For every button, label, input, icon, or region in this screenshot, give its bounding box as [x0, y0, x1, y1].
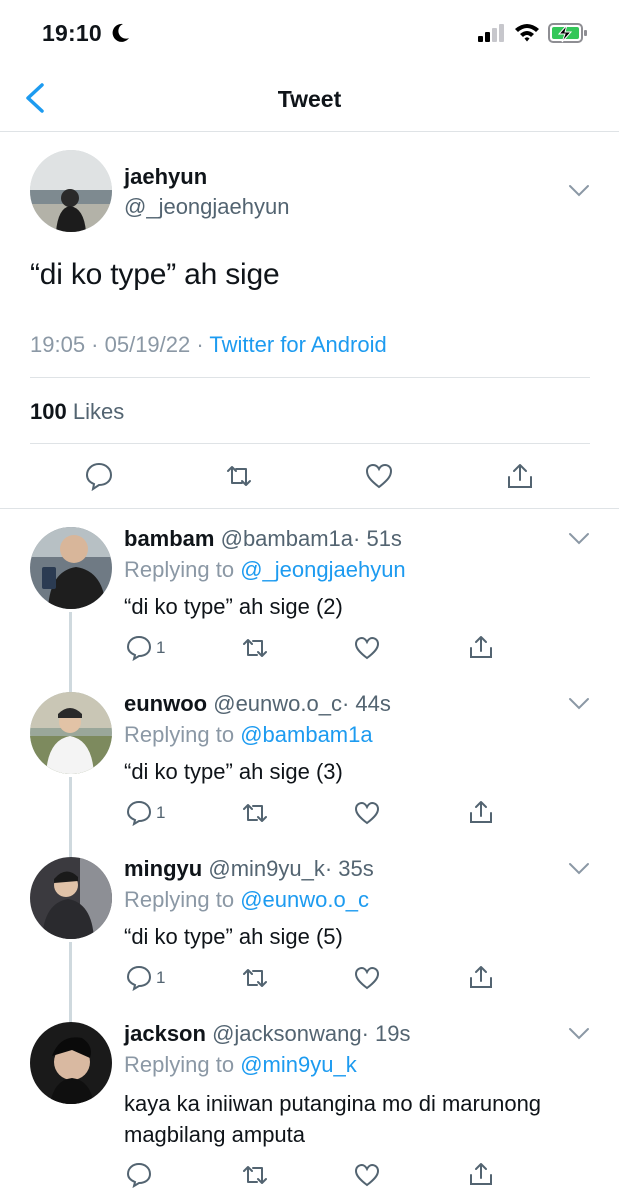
tweet-menu-chevron-icon[interactable] [568, 532, 590, 546]
reply-author-handle[interactable]: @jacksonwang [212, 1021, 362, 1046]
reply-count: 1 [156, 803, 166, 822]
reply-header: eunwoo @eunwo.o_c· 44s [124, 691, 391, 717]
reply-icon[interactable] [126, 800, 152, 826]
retweet-icon[interactable] [241, 1162, 269, 1188]
share-icon[interactable] [468, 1161, 494, 1187]
like-heart-icon[interactable] [354, 965, 380, 991]
retweet-icon[interactable] [241, 635, 269, 661]
replying-to: Replying to @_jeongjaehyun [124, 557, 406, 583]
thread-line [69, 942, 72, 1022]
reply-header: bambam @bambam1a· 51s [124, 526, 402, 552]
status-bar: 19:10 [0, 0, 619, 64]
reply-count: 1 [156, 638, 166, 657]
likes-label: Likes [72, 399, 125, 424]
reply-avatar[interactable] [30, 1022, 112, 1104]
nav-header: Tweet [0, 64, 619, 132]
reply-author-name[interactable]: jackson [124, 1021, 206, 1046]
reply-avatar[interactable] [30, 692, 112, 774]
divider [30, 443, 590, 444]
tweet-source-link[interactable]: Twitter for Android [209, 332, 386, 357]
tweet-meta: 19:05 · 05/19/22 · Twitter for Android [30, 332, 387, 358]
reply-avatar[interactable] [30, 527, 112, 609]
battery-charging-icon [548, 23, 587, 43]
page-title: Tweet [277, 86, 342, 112]
reply-header: mingyu @min9yu_k· 35s [124, 856, 374, 882]
reply-age: · 51s [353, 526, 402, 551]
replying-to-handle[interactable]: @_jeongjaehyun [240, 557, 405, 582]
reply-icon[interactable] [126, 635, 152, 661]
share-icon[interactable] [468, 634, 494, 660]
reply-author-name[interactable]: eunwoo [124, 691, 207, 716]
author-handle[interactable]: @_jeongjaehyun [124, 194, 289, 220]
like-heart-icon[interactable] [354, 1162, 380, 1188]
reply-text: “di ko type” ah sige (5) [124, 924, 343, 949]
replying-to: Replying to @eunwo.o_c [124, 887, 369, 913]
tweet-timestamp: 19:05 · 05/19/22 · [30, 332, 204, 357]
reply-age: · 19s [361, 1021, 411, 1046]
thread-line [69, 612, 72, 692]
moon-icon [112, 23, 129, 42]
likes-number: 100 [30, 399, 67, 424]
like-heart-icon[interactable] [354, 635, 380, 661]
reply-header: jackson @jacksonwang· 19s [124, 1021, 411, 1047]
reply-author-name[interactable]: bambam [124, 526, 214, 551]
replying-label: Replying to [124, 557, 235, 582]
author-avatar[interactable] [30, 150, 112, 232]
share-icon[interactable] [468, 964, 494, 990]
tweet-menu-chevron-icon[interactable] [568, 1027, 590, 1041]
reply-text: kaya ka iniiwan putangina mo di marunong… [124, 1091, 542, 1147]
replying-label: Replying to [124, 722, 235, 747]
reply-author-handle[interactable]: @eunwo.o_c [213, 691, 342, 716]
reply-icon[interactable] [126, 965, 152, 991]
reply-author-handle[interactable]: @bambam1a [221, 526, 353, 551]
reply-text: “di ko type” ah sige (2) [124, 594, 343, 619]
tweet-menu-chevron-icon[interactable] [568, 697, 590, 711]
replying-to-handle[interactable]: @bambam1a [240, 722, 372, 747]
replying-to: Replying to @min9yu_k [124, 1052, 357, 1078]
reply-author-handle[interactable]: @min9yu_k [208, 856, 325, 881]
replying-to: Replying to @bambam1a [124, 722, 373, 748]
share-icon[interactable] [468, 799, 494, 825]
status-time: 19:10 [42, 20, 102, 46]
tweet-menu-chevron-icon[interactable] [568, 184, 590, 198]
share-icon[interactable] [505, 461, 535, 491]
reply-count: 1 [156, 968, 166, 987]
cellular-signal-icon [478, 24, 504, 42]
reply-icon[interactable] [126, 1162, 152, 1188]
like-heart-icon[interactable] [354, 800, 380, 826]
reply-avatar[interactable] [30, 857, 112, 939]
tweet-menu-chevron-icon[interactable] [568, 862, 590, 876]
likes-count[interactable]: 100 Likes [30, 399, 124, 425]
replying-label: Replying to [124, 1052, 235, 1077]
divider [0, 508, 619, 509]
reply-age: · 44s [341, 691, 391, 716]
replying-label: Replying to [124, 887, 235, 912]
retweet-icon[interactable] [241, 965, 269, 991]
like-heart-icon[interactable] [364, 461, 394, 491]
reply-text: “di ko type” ah sige (3) [124, 759, 343, 784]
retweet-icon[interactable] [241, 800, 269, 826]
reply-age: · 35s [324, 856, 374, 881]
wifi-icon [515, 24, 539, 42]
reply-author-name[interactable]: mingyu [124, 856, 202, 881]
author-name[interactable]: jaehyun [124, 164, 207, 190]
retweet-icon[interactable] [224, 461, 254, 491]
replying-to-handle[interactable]: @eunwo.o_c [240, 887, 369, 912]
divider [30, 377, 590, 378]
replying-to-handle[interactable]: @min9yu_k [240, 1052, 357, 1077]
thread-line [69, 777, 72, 857]
tweet-text: “di ko type” ah sige [30, 258, 280, 291]
reply-icon[interactable] [84, 461, 114, 491]
